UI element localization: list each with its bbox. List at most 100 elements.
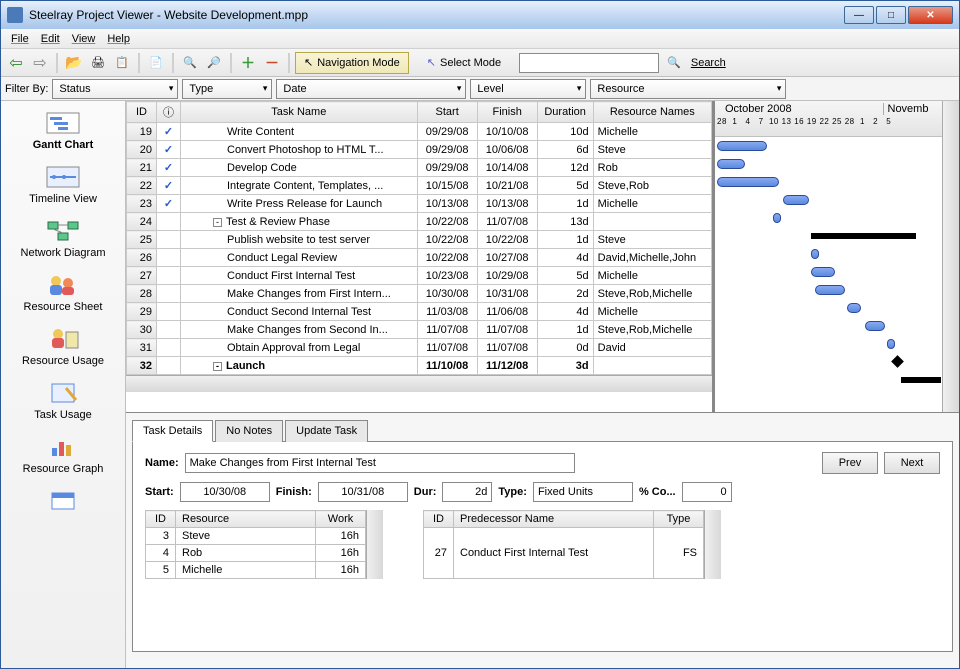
menu-help[interactable]: Help [101, 31, 136, 47]
table-row[interactable]: 32-Launch11/10/0811/12/083d [127, 357, 712, 375]
resource-sheet-icon [44, 271, 82, 299]
cursor-icon: ↖ [304, 56, 313, 69]
sidebar-item-resource-sheet[interactable]: Resource Sheet [1, 267, 125, 321]
type-label: Type: [498, 486, 527, 498]
filter-date[interactable]: Date [276, 79, 466, 99]
name-field[interactable]: Make Changes from First Internal Test [185, 453, 575, 473]
plus-icon: ＋ [241, 53, 255, 73]
predecessor-row[interactable]: 27Conduct First Internal TestFS [424, 528, 704, 579]
maximize-button[interactable] [876, 6, 906, 24]
find-button[interactable]: 🔍 [179, 52, 201, 74]
search-link[interactable]: Search [691, 57, 726, 69]
navigation-mode-button[interactable]: ↖Navigation Mode [295, 52, 409, 74]
pct-field[interactable]: 0 [682, 482, 732, 502]
grid-scrollbar-horizontal[interactable] [126, 375, 712, 392]
checkmark-icon: ✓ [164, 162, 173, 174]
col-resources[interactable]: Resource Names [593, 102, 711, 123]
expand-button[interactable]: ＋ [237, 52, 259, 74]
goto-button[interactable]: 🔎 [203, 52, 225, 74]
table-row[interactable]: 30Make Changes from Second In...11/07/08… [127, 321, 712, 339]
menu-file[interactable]: File [5, 31, 35, 47]
outline-toggle[interactable]: - [213, 218, 222, 227]
sidebar-item-resource-usage[interactable]: Resource Usage [1, 321, 125, 375]
dur-field[interactable]: 2d [442, 482, 492, 502]
filter-label: Filter By: [5, 83, 48, 95]
close-button[interactable] [908, 6, 953, 24]
table-row[interactable]: 25Publish website to test server10/22/08… [127, 231, 712, 249]
start-field[interactable]: 10/30/08 [180, 482, 270, 502]
titlebar: Steelray Project Viewer - Website Develo… [1, 1, 959, 29]
print-button[interactable]: 🖨 [87, 52, 109, 74]
resource-row[interactable]: 5Michelle16h [146, 562, 366, 579]
col-task-name[interactable]: Task Name [181, 102, 418, 123]
prev-button[interactable]: Prev [822, 452, 878, 474]
filter-status[interactable]: Status [52, 79, 178, 99]
tab-task-details[interactable]: Task Details [132, 420, 213, 442]
predecessor-scrollbar[interactable] [704, 510, 721, 579]
resource-assignment-table: ID Resource Work 3Steve16h4Rob16h5Michel… [145, 510, 366, 579]
filter-type[interactable]: Type [182, 79, 272, 99]
resource-scrollbar[interactable] [366, 510, 383, 579]
gantt-chart-pane[interactable]: October 2008Novemb 28 1 4 7 10 13 16 19 … [712, 101, 942, 412]
tab-update-task[interactable]: Update Task [285, 420, 368, 442]
type-field[interactable]: Fixed Units [533, 482, 633, 502]
dur-label: Dur: [414, 486, 437, 498]
table-row[interactable]: 26Conduct Legal Review10/22/0810/27/084d… [127, 249, 712, 267]
table-row[interactable]: 21✓Develop Code09/29/0810/14/0812dRob [127, 159, 712, 177]
sidebar-item-timeline-view[interactable]: Timeline View [1, 159, 125, 213]
collapse-button[interactable]: － [261, 52, 283, 74]
open-button[interactable]: 📂 [63, 52, 85, 74]
back-button[interactable]: ⇦ [5, 52, 27, 74]
sidebar-item-task-usage[interactable]: Task Usage [1, 375, 125, 429]
resource-row[interactable]: 3Steve16h [146, 528, 366, 545]
gantt-scrollbar-vertical[interactable] [942, 101, 959, 412]
table-row[interactable]: 31Obtain Approval from Legal11/07/0811/0… [127, 339, 712, 357]
tab-no-notes[interactable]: No Notes [215, 420, 283, 442]
sidebar-item-resource-graph[interactable]: Resource Graph [1, 429, 125, 483]
table-row[interactable]: 20✓Convert Photoshop to HTML T...09/29/0… [127, 141, 712, 159]
outline-toggle[interactable]: - [213, 362, 222, 371]
table-row[interactable]: 27Conduct First Internal Test10/23/0810/… [127, 267, 712, 285]
filter-level[interactable]: Level [470, 79, 586, 99]
finish-field[interactable]: 10/31/08 [318, 482, 408, 502]
table-row[interactable]: 23✓Write Press Release for Launch10/13/0… [127, 195, 712, 213]
sidebar: Gantt Chart Timeline View Network Diagra… [1, 101, 126, 668]
table-row[interactable]: 19✓Write Content09/29/0810/10/0810dMiche… [127, 123, 712, 141]
copy-button[interactable]: 📄 [145, 52, 167, 74]
menu-edit[interactable]: Edit [35, 31, 66, 47]
sidebar-label: Gantt Chart [33, 139, 94, 151]
search-input[interactable] [519, 53, 659, 73]
checkmark-icon: ✓ [164, 180, 173, 192]
col-info[interactable]: ⓘ [157, 102, 181, 123]
toolbar: ⇦ ⇨ 📂 🖨 📋 📄 🔍 🔎 ＋ － ↖Navigation Mode ↖Se… [1, 49, 959, 77]
next-button[interactable]: Next [884, 452, 940, 474]
start-label: Start: [145, 486, 174, 498]
col-finish[interactable]: Finish [477, 102, 537, 123]
sidebar-item-network-diagram[interactable]: Network Diagram [1, 213, 125, 267]
copy-icon: 📄 [149, 56, 163, 69]
table-row[interactable]: 29Conduct Second Internal Test11/03/0811… [127, 303, 712, 321]
select-mode-button[interactable]: ↖Select Mode [419, 52, 509, 74]
task-grid[interactable]: ID ⓘ Task Name Start Finish Duration Res… [126, 101, 712, 412]
table-row[interactable]: 24-Test & Review Phase10/22/0811/07/0813… [127, 213, 712, 231]
gantt-timescale: October 2008Novemb 28 1 4 7 10 13 16 19 … [715, 101, 942, 137]
menu-view[interactable]: View [66, 31, 102, 47]
resource-usage-icon [44, 325, 82, 353]
minimize-button[interactable] [844, 6, 874, 24]
menubar: File Edit View Help [1, 29, 959, 49]
app-icon [7, 7, 23, 23]
table-row[interactable]: 22✓Integrate Content, Templates, ...10/1… [127, 177, 712, 195]
export-button[interactable]: 📋 [111, 52, 133, 74]
sidebar-item-more[interactable] [1, 483, 125, 525]
name-label: Name: [145, 457, 179, 469]
forward-button[interactable]: ⇨ [29, 52, 51, 74]
sidebar-item-gantt-chart[interactable]: Gantt Chart [1, 105, 125, 159]
col-duration[interactable]: Duration [537, 102, 593, 123]
sidebar-label: Resource Sheet [24, 301, 103, 313]
filter-resource[interactable]: Resource [590, 79, 786, 99]
col-start[interactable]: Start [417, 102, 477, 123]
table-row[interactable]: 28Make Changes from First Intern...10/30… [127, 285, 712, 303]
col-id[interactable]: ID [127, 102, 157, 123]
print-icon: 🖨 [91, 56, 105, 69]
resource-row[interactable]: 4Rob16h [146, 545, 366, 562]
